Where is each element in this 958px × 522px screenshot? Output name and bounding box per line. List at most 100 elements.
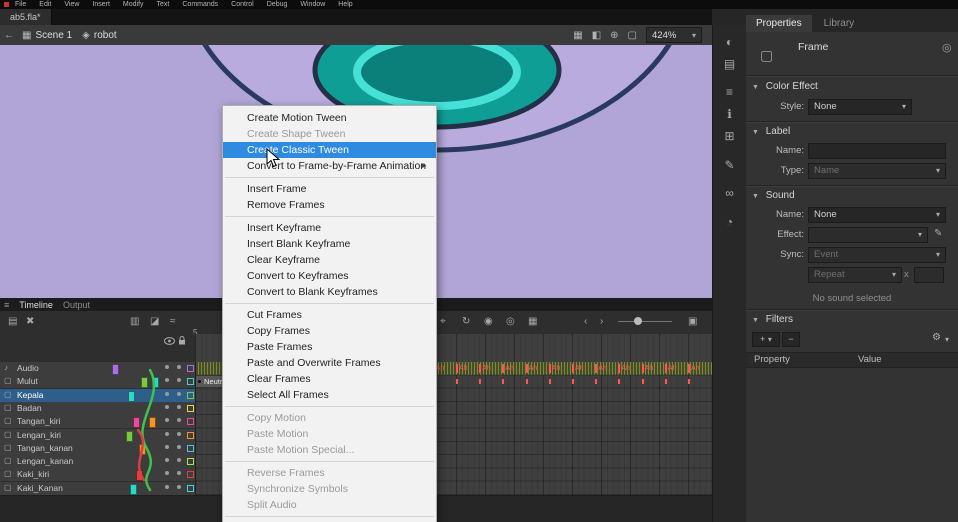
- menu-separator: [225, 461, 434, 462]
- audio-frame-label: Ah: [526, 364, 538, 373]
- delete-layer-icon[interactable]: ✖: [26, 316, 34, 327]
- snap-icon[interactable]: ⊕: [610, 30, 618, 41]
- document-tabbar: ab5.fla*: [0, 9, 712, 25]
- menu-window[interactable]: Window: [300, 0, 325, 9]
- context-item-convert-to-keyframes[interactable]: Convert to Keyframes: [223, 268, 436, 284]
- add-filter-button[interactable]: + ▾: [752, 332, 780, 347]
- audio-frame-label: Ah: [479, 364, 491, 373]
- context-item-insert-keyframe[interactable]: Insert Keyframe: [223, 220, 436, 236]
- resize-timeline-icon[interactable]: ▣: [688, 316, 697, 327]
- menu-edit[interactable]: Edit: [39, 0, 51, 9]
- back-icon[interactable]: ←: [4, 30, 14, 41]
- context-item-remove-frames[interactable]: Remove Frames: [223, 197, 436, 213]
- breadcrumb-symbol[interactable]: robot: [94, 30, 117, 41]
- tab-timeline[interactable]: Timeline: [19, 300, 53, 310]
- motion-editor-icon[interactable]: ◔: [713, 215, 746, 229]
- context-item-create-classic-tween[interactable]: Create Classic Tween: [223, 142, 436, 158]
- center-frame-icon[interactable]: ⌖: [440, 316, 446, 327]
- tab-properties[interactable]: Properties: [746, 15, 812, 32]
- menu-control[interactable]: Control: [231, 0, 254, 9]
- context-menu: Create Motion TweenCreate Shape TweenCre…: [222, 105, 437, 522]
- style-dropdown[interactable]: None ▾: [808, 99, 912, 115]
- fill-color-icon[interactable]: ◐: [713, 35, 746, 49]
- step-back-icon[interactable]: ‹: [584, 316, 587, 327]
- sound-name-dropdown[interactable]: None ▾: [808, 207, 946, 223]
- layer-view-icon[interactable]: ◪: [150, 316, 159, 327]
- breadcrumb-scene[interactable]: Scene 1: [35, 30, 72, 41]
- context-item-cut-frames[interactable]: Cut Frames: [223, 307, 436, 323]
- audio-frame-label: Ah: [618, 364, 630, 373]
- menu-separator: [225, 516, 434, 517]
- filters-value-column: Value: [858, 353, 882, 367]
- zoom-control[interactable]: 424% ▾: [646, 27, 702, 43]
- context-item-clear-keyframe[interactable]: Clear Keyframe: [223, 252, 436, 268]
- menu-debug[interactable]: Debug: [267, 0, 288, 9]
- live-preview-icon[interactable]: ◎: [942, 41, 952, 54]
- audio-frame-label: Ah: [595, 364, 607, 373]
- document-tab[interactable]: ab5.fla*: [0, 9, 52, 25]
- menu-file[interactable]: File: [15, 0, 26, 9]
- menu-modify[interactable]: Modify: [123, 0, 144, 9]
- align-icon[interactable]: ≡: [713, 85, 746, 99]
- mouth-keyframe-tick: [595, 379, 597, 384]
- menu-help[interactable]: Help: [338, 0, 352, 9]
- graph-icon[interactable]: ≈: [170, 316, 176, 327]
- onion-skin-icon[interactable]: ◉: [484, 316, 493, 327]
- layer-name: Kaki_kiri: [17, 469, 49, 479]
- audio-frame-label: Ah: [456, 364, 468, 373]
- remove-filter-button[interactable]: −: [782, 332, 800, 347]
- context-item-copy-motion: Copy Motion: [223, 410, 436, 426]
- visibility-column-icon[interactable]: [164, 337, 175, 345]
- edit-multiple-frames-icon[interactable]: ▦: [528, 316, 537, 327]
- context-item-paste-frames[interactable]: Paste Frames: [223, 339, 436, 355]
- filters-property-column: Property: [754, 353, 790, 367]
- section-color-effect[interactable]: ▼ Color Effect: [752, 81, 818, 92]
- menu-view[interactable]: View: [64, 0, 79, 9]
- context-item-convert-to-blank-keyframes[interactable]: Convert to Blank Keyframes: [223, 284, 436, 300]
- lock-column-icon[interactable]: [178, 336, 186, 345]
- context-item-insert-frame[interactable]: Insert Frame: [223, 181, 436, 197]
- divider: [746, 309, 958, 311]
- transform-icon[interactable]: ⊞: [713, 129, 746, 143]
- onion-marker-icon[interactable]: ▥: [130, 316, 139, 327]
- step-forward-icon[interactable]: ›: [600, 316, 603, 327]
- frame-icon: ▢: [760, 47, 773, 64]
- layer-list-icon[interactable]: ▤: [8, 316, 17, 327]
- sound-status-text: No sound selected: [746, 293, 958, 304]
- menu-text[interactable]: Text: [157, 0, 170, 9]
- timeline-zoom-knob[interactable]: [634, 317, 642, 325]
- link-icon[interactable]: ∞: [713, 186, 746, 200]
- section-sound[interactable]: ▼ Sound: [752, 190, 795, 201]
- context-item-paste-and-overwrite-frames[interactable]: Paste and Overwrite Frames: [223, 355, 436, 371]
- brush-icon[interactable]: ✎: [713, 158, 746, 172]
- frame-bounds-icon[interactable]: ▢: [628, 30, 637, 41]
- menu-insert[interactable]: Insert: [92, 0, 110, 9]
- label-name-input[interactable]: [808, 143, 946, 159]
- section-filters[interactable]: ▼ Filters: [752, 314, 793, 325]
- swatches-icon[interactable]: ▤: [713, 57, 746, 71]
- timeline-zoom-slider[interactable]: [618, 321, 672, 322]
- context-item-insert-blank-keyframe[interactable]: Insert Blank Keyframe: [223, 236, 436, 252]
- tab-output[interactable]: Output: [63, 300, 90, 310]
- context-item-convert-to-frame-by-frame-animation[interactable]: Convert to Frame-by-Frame Animation►: [223, 158, 436, 174]
- edit-sound-envelope-icon[interactable]: ✎: [934, 228, 942, 239]
- context-item-select-all-frames[interactable]: Select All Frames: [223, 387, 436, 403]
- chevron-down-icon: ▾: [936, 248, 940, 262]
- context-item-copy-frames[interactable]: Copy Frames: [223, 323, 436, 339]
- clip-icon[interactable]: ▦: [573, 30, 582, 41]
- onion-outline-icon[interactable]: ◎: [506, 316, 515, 327]
- gear-icon[interactable]: ⚙: [932, 332, 941, 343]
- menu-commands[interactable]: Commands: [182, 0, 218, 9]
- chevron-down-icon: ▾: [768, 335, 772, 344]
- context-item-clear-frames[interactable]: Clear Frames: [223, 371, 436, 387]
- panel-menu-icon[interactable]: ≡: [4, 300, 9, 310]
- edit-bar-tools: ▦ ◧ ⊕ ▢ 424% ▾: [573, 25, 702, 45]
- name-label: Name:: [750, 145, 804, 156]
- info-icon[interactable]: ℹ: [713, 107, 746, 121]
- context-item-create-motion-tween[interactable]: Create Motion Tween: [223, 110, 436, 126]
- menubar: File Edit View Insert Modify Text Commands Cont…: [0, 0, 958, 9]
- center-stage-icon[interactable]: ◧: [592, 30, 601, 41]
- tab-library[interactable]: Library: [814, 15, 865, 32]
- loop-icon[interactable]: ↻: [462, 316, 470, 327]
- section-label[interactable]: ▼ Label: [752, 126, 790, 137]
